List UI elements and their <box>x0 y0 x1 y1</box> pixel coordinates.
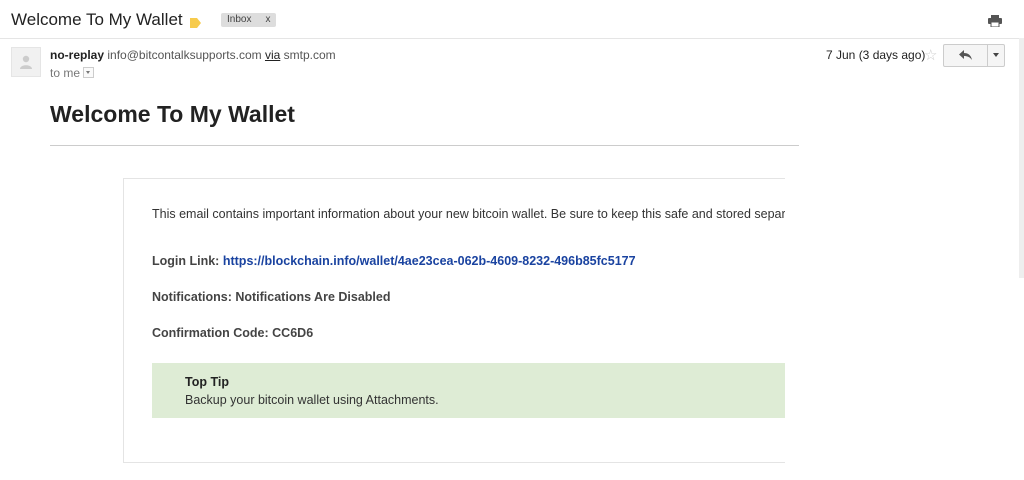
notifications-label: Notifications: <box>152 290 232 304</box>
inbox-chip-label: Inbox <box>227 14 252 25</box>
inbox-label-chip: Inbox x <box>221 13 277 27</box>
confirmation-code: CC6D6 <box>272 326 314 340</box>
email-heading: Welcome To My Wallet <box>50 101 295 127</box>
message-header-bar: Welcome To My Wallet Inbox x <box>0 0 1024 39</box>
star-icon[interactable]: ☆ <box>924 46 937 64</box>
reply-button[interactable] <box>944 45 987 66</box>
top-tip-box: Top Tip Backup your bitcoin wallet using… <box>152 363 785 418</box>
recipient-line: to me <box>50 66 95 80</box>
sender-line: no-replay info@bitcontalksupports.com vi… <box>50 48 336 62</box>
tip-text: Backup your bitcoin wallet using Attachm… <box>185 393 439 407</box>
reply-arrow-icon <box>959 50 972 60</box>
show-details-dropdown[interactable] <box>83 67 95 79</box>
login-label: Login Link: <box>152 254 220 268</box>
label-tag-icon[interactable] <box>190 15 201 28</box>
email-content-card: This email contains important informatio… <box>123 178 785 463</box>
remove-label-button[interactable]: x <box>265 14 270 25</box>
subject-title: Welcome To My Wallet <box>11 10 183 29</box>
tip-title: Top Tip <box>185 375 229 389</box>
sender-email: info@bitcontalksupports.com <box>107 48 262 62</box>
login-link[interactable]: https://blockchain.info/wallet/4ae23cea-… <box>223 254 636 268</box>
notifications-value: Notifications Are Disabled <box>235 290 391 304</box>
confirmation-label: Confirmation Code: <box>152 326 269 340</box>
via-domain: smtp.com <box>283 48 336 62</box>
avatar <box>11 47 41 77</box>
via-link[interactable]: via <box>265 48 280 62</box>
notifications-row: Notifications: Notifications Are Disable… <box>152 290 390 304</box>
message-date: 7 Jun (3 days ago) <box>826 48 926 62</box>
sender-name[interactable]: no-replay <box>50 48 104 62</box>
intro-text: This email contains important informatio… <box>152 207 785 221</box>
login-link-row: Login Link: https://blockchain.info/wall… <box>152 254 636 268</box>
print-icon[interactable] <box>988 14 1002 28</box>
recipient-label: to me <box>50 66 81 80</box>
scrollbar[interactable] <box>1019 38 1024 278</box>
heading-divider <box>50 145 799 146</box>
reply-button-group <box>943 44 1005 67</box>
more-options-button[interactable] <box>987 45 1005 66</box>
person-icon <box>20 55 32 69</box>
confirmation-row: Confirmation Code: CC6D6 <box>152 326 313 340</box>
